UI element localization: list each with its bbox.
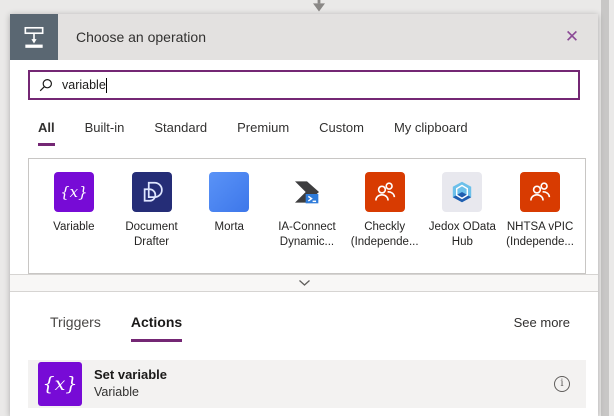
collapse-expander[interactable] (10, 274, 598, 292)
connector-gallery: {x} Variable DocumentDrafter (28, 158, 586, 274)
dialog-header: Choose an operation ✕ (10, 14, 598, 60)
tab-custom[interactable]: Custom (319, 120, 364, 146)
tab-my-clipboard[interactable]: My clipboard (394, 120, 468, 146)
tab-premium[interactable]: Premium (237, 120, 289, 146)
connector-label: DocumentDrafter (125, 220, 177, 249)
connector-tile-nhtsa-vpic[interactable]: NHTSA vPIC(Independe... (502, 172, 578, 249)
search-value: variable (62, 78, 106, 92)
variable-icon: {x} (38, 362, 82, 406)
tab-built-in[interactable]: Built-in (85, 120, 125, 146)
choose-operation-dialog: Choose an operation ✕ variable All Built… (10, 14, 598, 416)
info-icon[interactable]: i (554, 376, 570, 392)
connector-tile-checkly[interactable]: Checkly(Independe... (347, 172, 423, 249)
document-drafter-icon (132, 172, 172, 212)
text-cursor (106, 78, 107, 93)
see-more-link[interactable]: See more (514, 314, 570, 330)
connector-tile-variable[interactable]: {x} Variable (36, 172, 112, 235)
connector-label: Checkly(Independe... (351, 220, 419, 249)
variable-icon: {x} (54, 172, 94, 212)
tab-all[interactable]: All (38, 120, 55, 146)
search-input[interactable]: variable (28, 70, 580, 100)
action-row-set-variable[interactable]: {x} Set variable Variable i (28, 360, 586, 408)
flow-connector-arrow (310, 0, 328, 13)
people-icon (520, 172, 560, 212)
arrow-down-icon (310, 0, 328, 13)
connector-label: Jedox ODataHub (429, 220, 496, 249)
operation-type-icon (10, 14, 58, 60)
dialog-title: Choose an operation (76, 29, 206, 45)
connector-label: NHTSA vPIC(Independe... (506, 220, 574, 249)
connector-label: Variable (53, 220, 94, 235)
action-row-text: Set variable Variable (94, 367, 167, 400)
action-subtitle: Variable (94, 384, 167, 400)
tab-standard[interactable]: Standard (154, 120, 207, 146)
connector-tile-morta[interactable]: Morta (191, 172, 267, 235)
action-title: Set variable (94, 367, 167, 384)
people-icon (365, 172, 405, 212)
connector-tile-ia-connect[interactable]: IA-ConnectDynamic... (269, 172, 345, 249)
close-icon: ✕ (565, 27, 579, 47)
page-scrollbar (598, 0, 614, 416)
close-button[interactable]: ✕ (560, 25, 584, 49)
tab-actions[interactable]: Actions (131, 314, 182, 342)
connector-label: IA-ConnectDynamic... (278, 220, 336, 249)
chevron-down-icon (298, 279, 311, 287)
search-icon (39, 78, 53, 92)
connector-tile-document-drafter[interactable]: DocumentDrafter (114, 172, 190, 249)
connector-tile-jedox[interactable]: Jedox ODataHub (424, 172, 500, 249)
morta-icon (209, 172, 249, 212)
category-tabs: All Built-in Standard Premium Custom My … (38, 120, 580, 146)
scope-action-icon (21, 24, 47, 50)
ia-connect-icon (287, 172, 327, 212)
jedox-cube-icon (442, 172, 482, 212)
tab-triggers[interactable]: Triggers (50, 314, 101, 342)
connector-label: Morta (215, 220, 244, 235)
scrollbar-thumb[interactable] (601, 0, 609, 416)
results-header: Triggers Actions See more (50, 314, 570, 342)
